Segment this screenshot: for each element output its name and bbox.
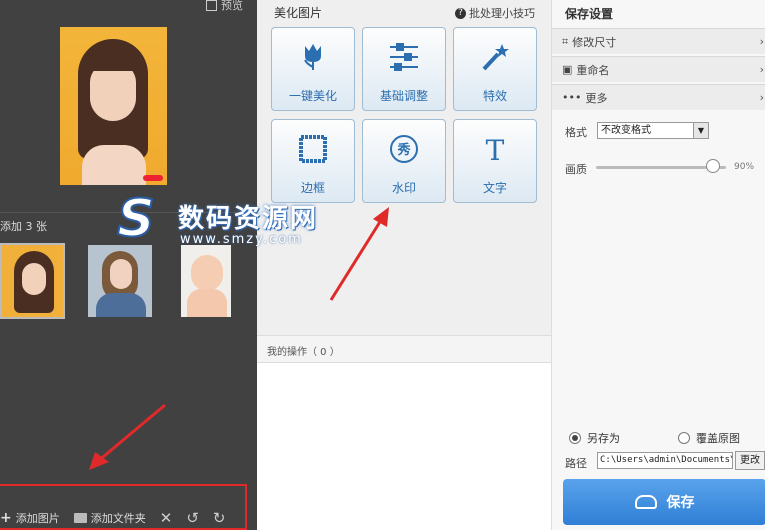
dropdown-arrow-icon: ▼	[693, 123, 708, 138]
change-path-button[interactable]: 更改	[735, 451, 765, 470]
beautify-title: 美化图片	[274, 6, 323, 20]
format-select[interactable]: 不改变格式 ▼	[597, 122, 709, 139]
rotate-right-icon[interactable]: ↻	[213, 509, 226, 527]
main-photo-preview	[60, 27, 167, 185]
accordion-resize[interactable]: ⌗ 修改尺寸 ›	[552, 28, 765, 54]
sliders-icon	[390, 43, 418, 71]
tool-effects[interactable]: 特效	[453, 27, 537, 111]
save-settings-panel: 保存设置 ⌗ 修改尺寸 › ▣ 重命名 › ••• 更多 › 格式 不改变格式 …	[551, 0, 765, 530]
beautify-panel: 美化图片 ? 批处理小技巧 一键美化 基础调整 特效 边框 秀 水印 T 文字 …	[257, 0, 551, 530]
text-glyph: T	[486, 134, 505, 164]
accordion-label: 修改尺寸	[572, 35, 617, 49]
tool-text[interactable]: T 文字	[453, 119, 537, 203]
save-icon	[634, 495, 657, 509]
tool-label: 一键美化	[288, 89, 337, 103]
quality-slider-thumb[interactable]	[706, 159, 720, 173]
text-icon: T	[486, 134, 505, 164]
radio-button-selected[interactable]	[569, 432, 581, 444]
annotation-arrow-left	[89, 403, 166, 470]
tool-label: 文字	[482, 181, 507, 195]
delete-icon[interactable]: ✕	[160, 509, 173, 527]
my-operations-label: 我的操作（ 0 ）	[267, 347, 340, 358]
watermark-logo-glyph: S	[117, 189, 154, 244]
frame-icon	[299, 135, 327, 163]
quality-value: 90%	[734, 162, 755, 172]
rename-icon: ▣	[562, 63, 573, 76]
tulip-icon	[304, 44, 321, 70]
plus-icon: +	[0, 509, 12, 526]
added-count-label: 添加 3 张	[0, 220, 47, 233]
tool-label: 特效	[482, 89, 507, 103]
accordion-more[interactable]: ••• 更多 ›	[552, 84, 765, 110]
add-folder-label: 添加文件夹	[90, 511, 146, 525]
tools-area: 美化图片 ? 批处理小技巧 一键美化 基础调整 特效 边框 秀 水印 T 文字	[257, 0, 551, 335]
radio-overwrite[interactable]: 覆盖原图	[678, 430, 740, 446]
tool-watermark[interactable]: 秀 水印	[362, 119, 446, 203]
tips-label: 批处理小技巧	[469, 7, 535, 20]
save-button-label: 保存	[666, 495, 695, 511]
preview-label: 预览	[221, 0, 243, 12]
accordion-label: 更多	[585, 91, 608, 105]
save-button[interactable]: 保存	[563, 479, 765, 525]
thumbnail-1[interactable]	[0, 243, 65, 319]
radio-save-as[interactable]: 另存为	[569, 430, 620, 446]
watermark-icon: 秀	[390, 135, 418, 163]
path-field[interactable]: C:\Users\admin\Documents\:	[597, 452, 733, 469]
quality-label: 画质	[565, 163, 587, 176]
preview-icon	[206, 0, 217, 11]
add-folder-button[interactable]: 添加文件夹	[73, 510, 146, 526]
crop-icon: ⌗	[562, 34, 569, 48]
format-label: 格式	[565, 126, 587, 139]
tool-label: 水印	[391, 181, 416, 195]
chevron-right-icon: ›	[759, 91, 764, 104]
radio-label: 另存为	[587, 432, 620, 445]
tool-one-click-beautify[interactable]: 一键美化	[271, 27, 355, 111]
tool-basic-adjust[interactable]: 基础调整	[362, 27, 446, 111]
batch-tips-link[interactable]: ? 批处理小技巧	[455, 5, 535, 21]
annotation-arrow-middle	[329, 207, 389, 301]
thumbnail-3[interactable]	[181, 245, 231, 317]
folder-icon	[73, 512, 87, 523]
format-value: 不改变格式	[601, 125, 651, 136]
add-image-button[interactable]: + 添加图片	[0, 510, 60, 526]
bottom-toolbar: + 添加图片 添加文件夹 ✕ ↺ ↻	[0, 505, 247, 530]
save-settings-title: 保存设置	[565, 7, 614, 21]
accordion-rename[interactable]: ▣ 重命名 ›	[552, 56, 765, 82]
chevron-right-icon: ›	[759, 35, 764, 48]
accordion-label: 重命名	[576, 63, 610, 77]
preview-button[interactable]: 预览	[206, 0, 243, 13]
radio-button[interactable]	[678, 432, 690, 444]
path-label: 路径	[565, 457, 587, 470]
help-icon: ?	[455, 7, 466, 19]
chevron-right-icon: ›	[759, 63, 764, 76]
more-icon: •••	[562, 91, 582, 104]
image-list-panel: 预览 添加 3 张 + 添加图片 添加文件夹 ✕ ↺ ↻	[0, 0, 257, 530]
watermark-glyph: 秀	[396, 142, 411, 158]
thumbnail-2[interactable]	[88, 245, 152, 317]
rotate-left-icon[interactable]: ↺	[186, 509, 199, 527]
watermark-url: www.smzy.com	[180, 232, 303, 247]
watermark-logo-icon: S	[116, 188, 155, 244]
radio-label: 覆盖原图	[696, 432, 740, 445]
add-image-label: 添加图片	[15, 511, 60, 525]
watermark-text: 数码资源网	[178, 203, 319, 234]
my-operations-bar: 我的操作（ 0 ）	[257, 335, 551, 363]
tool-label: 基础调整	[379, 89, 428, 103]
magic-wand-icon	[482, 44, 509, 71]
